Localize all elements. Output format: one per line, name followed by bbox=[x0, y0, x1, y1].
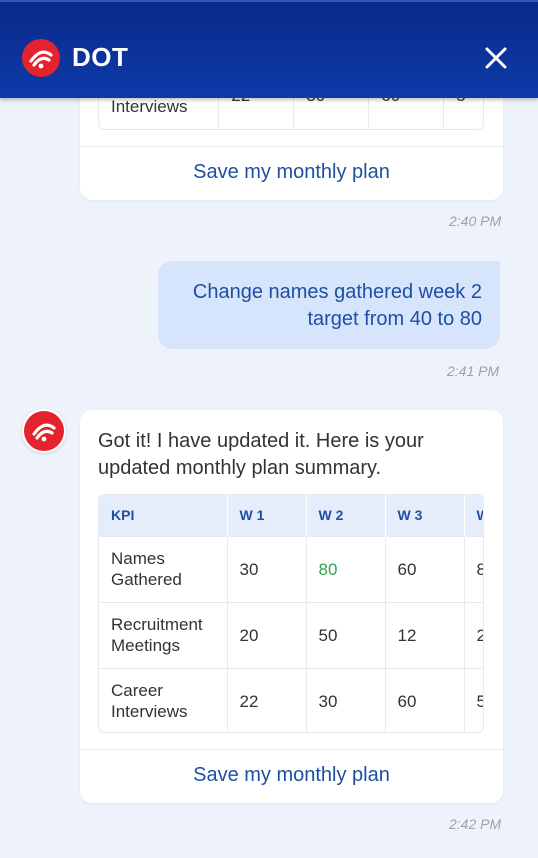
card-divider bbox=[80, 146, 503, 147]
column-header-w3: W 3 bbox=[385, 495, 465, 536]
dot-logo-icon bbox=[24, 411, 64, 451]
card-divider bbox=[80, 749, 503, 750]
column-header-kpi: KPI bbox=[99, 495, 228, 536]
message-timestamp: 2:41 PM bbox=[447, 363, 500, 379]
table-row: Names Gathered 30 80 60 8 bbox=[99, 535, 483, 602]
message-timestamp: 2:40 PM bbox=[449, 213, 502, 229]
monthly-plan-table[interactable]: KPI W 1 W 2 W 3 W Names Gathered 30 80 6… bbox=[98, 494, 484, 733]
table-cell: 30 bbox=[227, 535, 307, 602]
table-cell: 60 bbox=[385, 535, 465, 602]
close-icon[interactable] bbox=[482, 44, 510, 72]
bot-message-text: Got it! I have updated it. Here is your … bbox=[98, 430, 424, 479]
table-cell: 20 bbox=[227, 601, 307, 668]
kpi-name: Career Interviews bbox=[99, 667, 228, 732]
table-cell: 2 bbox=[464, 601, 483, 668]
app-header: DOT bbox=[0, 0, 538, 98]
table-header-row: KPI W 1 W 2 W 3 W bbox=[99, 495, 483, 536]
column-header-w4: W bbox=[464, 495, 483, 536]
column-header-w2: W 2 bbox=[306, 495, 386, 536]
column-header-w1: W 1 bbox=[227, 495, 307, 536]
bot-message-card: Got it! I have updated it. Here is your … bbox=[80, 410, 503, 803]
table-cell: 50 bbox=[306, 601, 386, 668]
user-message-text: Change names gathered week 2 target from… bbox=[192, 281, 482, 330]
message-timestamp: 2:42 PM bbox=[449, 816, 502, 832]
app-title: DOT bbox=[72, 42, 129, 72]
table-row: Recruitment Meetings 20 50 12 2 bbox=[99, 601, 483, 668]
save-plan-button[interactable]: Save my monthly plan bbox=[80, 764, 503, 787]
table-cell: 30 bbox=[306, 667, 386, 732]
table-cell: 12 bbox=[385, 601, 465, 668]
table-cell: 5 bbox=[464, 667, 483, 732]
kpi-name: Recruitment Meetings bbox=[99, 601, 228, 668]
updated-table-cell: 80 bbox=[306, 535, 386, 602]
user-message-bubble: Change names gathered week 2 target from… bbox=[158, 261, 500, 349]
bot-avatar bbox=[22, 409, 66, 453]
table-cell: 60 bbox=[385, 667, 465, 732]
table-cell: 8 bbox=[464, 535, 483, 602]
table-cell: 22 bbox=[227, 667, 307, 732]
table-row: Career Interviews 22 30 60 5 bbox=[99, 667, 483, 732]
kpi-name: Names Gathered bbox=[99, 535, 228, 602]
dot-logo-icon bbox=[22, 39, 60, 77]
save-plan-button[interactable]: Save my monthly plan bbox=[80, 161, 503, 184]
